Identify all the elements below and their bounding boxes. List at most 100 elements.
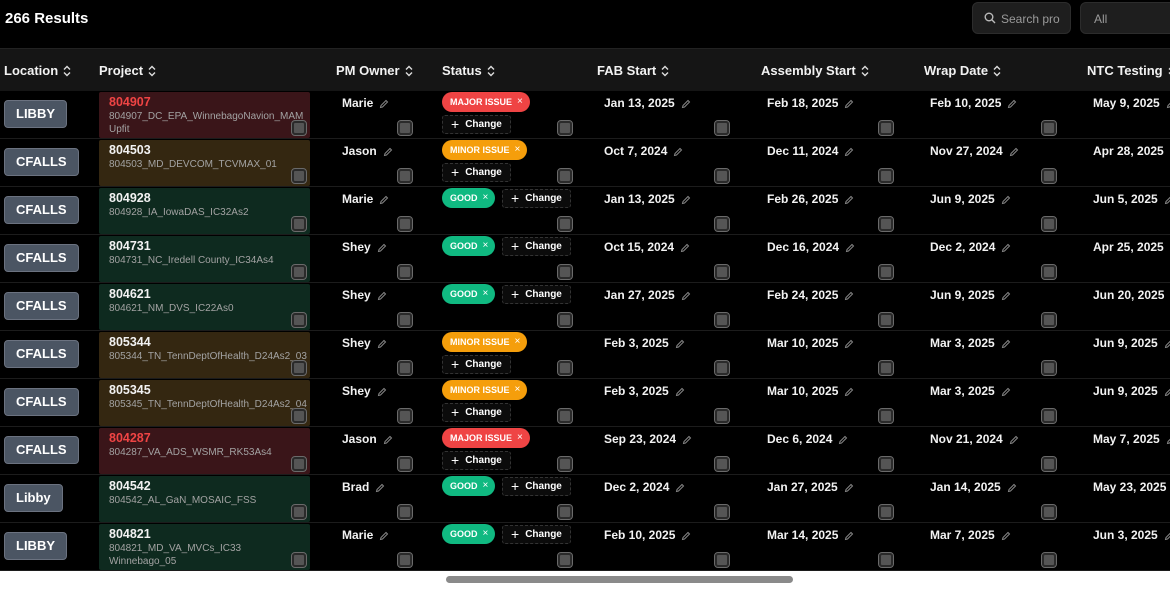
status-badge[interactable]: MAJOR ISSUE × [442, 428, 530, 448]
remove-status-icon[interactable]: × [483, 188, 489, 208]
owner-checkbox[interactable] [397, 264, 413, 280]
project-checkbox[interactable] [291, 552, 307, 568]
remove-status-icon[interactable]: × [515, 380, 521, 400]
project-cell[interactable]: 804731 804731_NC_Iredell County_IC34As4 [99, 236, 310, 282]
remove-status-icon[interactable]: × [515, 140, 521, 160]
wrap-date-checkbox[interactable] [1041, 408, 1057, 424]
project-checkbox[interactable] [291, 168, 307, 184]
edit-pencil-icon[interactable] [681, 98, 691, 109]
edit-pencil-icon[interactable] [1164, 194, 1170, 205]
edit-pencil-icon[interactable] [1009, 434, 1019, 445]
wrap-date-checkbox[interactable] [1041, 360, 1057, 376]
assembly-start-checkbox[interactable] [878, 312, 894, 328]
edit-pencil-icon[interactable] [1001, 290, 1011, 301]
fab-start-checkbox[interactable] [714, 264, 730, 280]
location-button[interactable]: CFALLS [4, 244, 79, 272]
fab-start-checkbox[interactable] [714, 360, 730, 376]
project-checkbox[interactable] [291, 456, 307, 472]
project-checkbox[interactable] [291, 216, 307, 232]
edit-pencil-icon[interactable] [844, 338, 854, 349]
edit-pencil-icon[interactable] [845, 242, 855, 253]
horizontal-scrollbar[interactable] [0, 571, 1170, 590]
owner-checkbox[interactable] [397, 552, 413, 568]
edit-pencil-icon[interactable] [844, 482, 854, 493]
status-badge[interactable]: MINOR ISSUE × [442, 380, 528, 400]
project-cell[interactable]: 804621 804621_NM_DVS_IC22As0 [99, 284, 310, 330]
location-button[interactable]: CFALLS [4, 340, 79, 368]
change-status-button[interactable]: + Change [502, 525, 571, 544]
fab-start-checkbox[interactable] [714, 408, 730, 424]
fab-start-checkbox[interactable] [714, 120, 730, 136]
column-fab-start[interactable]: FAB Start [597, 63, 670, 78]
edit-pencil-icon[interactable] [383, 146, 393, 157]
project-checkbox[interactable] [291, 312, 307, 328]
change-status-button[interactable]: + Change [442, 451, 511, 470]
status-checkbox[interactable] [557, 552, 573, 568]
remove-status-icon[interactable]: × [483, 284, 489, 304]
column-pm-owner[interactable]: PM Owner [336, 63, 414, 78]
project-checkbox[interactable] [291, 504, 307, 520]
edit-pencil-icon[interactable] [675, 386, 685, 397]
status-badge[interactable]: GOOD × [442, 524, 496, 544]
fab-start-checkbox[interactable] [714, 312, 730, 328]
assembly-start-checkbox[interactable] [878, 360, 894, 376]
remove-status-icon[interactable]: × [517, 428, 523, 448]
edit-pencil-icon[interactable] [844, 194, 854, 205]
edit-pencil-icon[interactable] [838, 434, 848, 445]
owner-checkbox[interactable] [397, 120, 413, 136]
remove-status-icon[interactable]: × [483, 236, 489, 256]
status-badge[interactable]: GOOD × [442, 284, 496, 304]
project-checkbox[interactable] [291, 360, 307, 376]
change-status-button[interactable]: + Change [442, 115, 511, 134]
assembly-start-checkbox[interactable] [878, 264, 894, 280]
project-cell[interactable]: 805345 805345_TN_TennDeptOfHealth_D24As2_… [99, 380, 310, 426]
owner-checkbox[interactable] [397, 312, 413, 328]
column-ntc-testing[interactable]: NTC Testing [1087, 63, 1170, 78]
assembly-start-checkbox[interactable] [878, 216, 894, 232]
project-checkbox[interactable] [291, 120, 307, 136]
location-button[interactable]: CFALLS [4, 436, 79, 464]
column-location[interactable]: Location [4, 63, 72, 78]
edit-pencil-icon[interactable] [844, 98, 854, 109]
location-button[interactable]: Libby [4, 484, 63, 512]
status-checkbox[interactable] [557, 216, 573, 232]
edit-pencil-icon[interactable] [844, 290, 854, 301]
project-cell[interactable]: 804907 804907_DC_EPA_WinnebagoNavion_MAM … [99, 92, 310, 138]
edit-pencil-icon[interactable] [844, 386, 854, 397]
search-box[interactable] [972, 2, 1071, 34]
assembly-start-checkbox[interactable] [878, 552, 894, 568]
location-button[interactable]: CFALLS [4, 148, 79, 176]
remove-status-icon[interactable]: × [517, 92, 523, 112]
edit-pencil-icon[interactable] [1001, 194, 1011, 205]
status-checkbox[interactable] [557, 504, 573, 520]
change-status-button[interactable]: + Change [442, 163, 511, 182]
edit-pencil-icon[interactable] [681, 530, 691, 541]
wrap-date-checkbox[interactable] [1041, 504, 1057, 520]
edit-pencil-icon[interactable] [844, 146, 854, 157]
edit-pencil-icon[interactable] [675, 482, 685, 493]
project-cell[interactable]: 805344 805344_TN_TennDeptOfHealth_D24As2_… [99, 332, 310, 378]
location-button[interactable]: CFALLS [4, 388, 79, 416]
fab-start-checkbox[interactable] [714, 552, 730, 568]
status-checkbox[interactable] [557, 456, 573, 472]
wrap-date-checkbox[interactable] [1041, 456, 1057, 472]
change-status-button[interactable]: + Change [502, 189, 571, 208]
edit-pencil-icon[interactable] [681, 194, 691, 205]
edit-pencil-icon[interactable] [377, 242, 387, 253]
filter-select[interactable]: All [1080, 2, 1170, 34]
location-button[interactable]: LIBBY [4, 532, 67, 560]
edit-pencil-icon[interactable] [1166, 98, 1170, 109]
edit-pencil-icon[interactable] [1164, 530, 1170, 541]
project-cell[interactable]: 804503 804503_MD_DEVCOM_TCVMAX_01 [99, 140, 310, 186]
edit-pencil-icon[interactable] [379, 530, 389, 541]
change-status-button[interactable]: + Change [502, 237, 571, 256]
edit-pencil-icon[interactable] [673, 146, 683, 157]
assembly-start-checkbox[interactable] [878, 456, 894, 472]
wrap-date-checkbox[interactable] [1041, 216, 1057, 232]
edit-pencil-icon[interactable] [375, 482, 385, 493]
status-badge[interactable]: GOOD × [442, 236, 496, 256]
search-input[interactable] [1001, 10, 1067, 28]
edit-pencil-icon[interactable] [1007, 482, 1017, 493]
edit-pencil-icon[interactable] [680, 242, 690, 253]
edit-pencil-icon[interactable] [1001, 386, 1011, 397]
